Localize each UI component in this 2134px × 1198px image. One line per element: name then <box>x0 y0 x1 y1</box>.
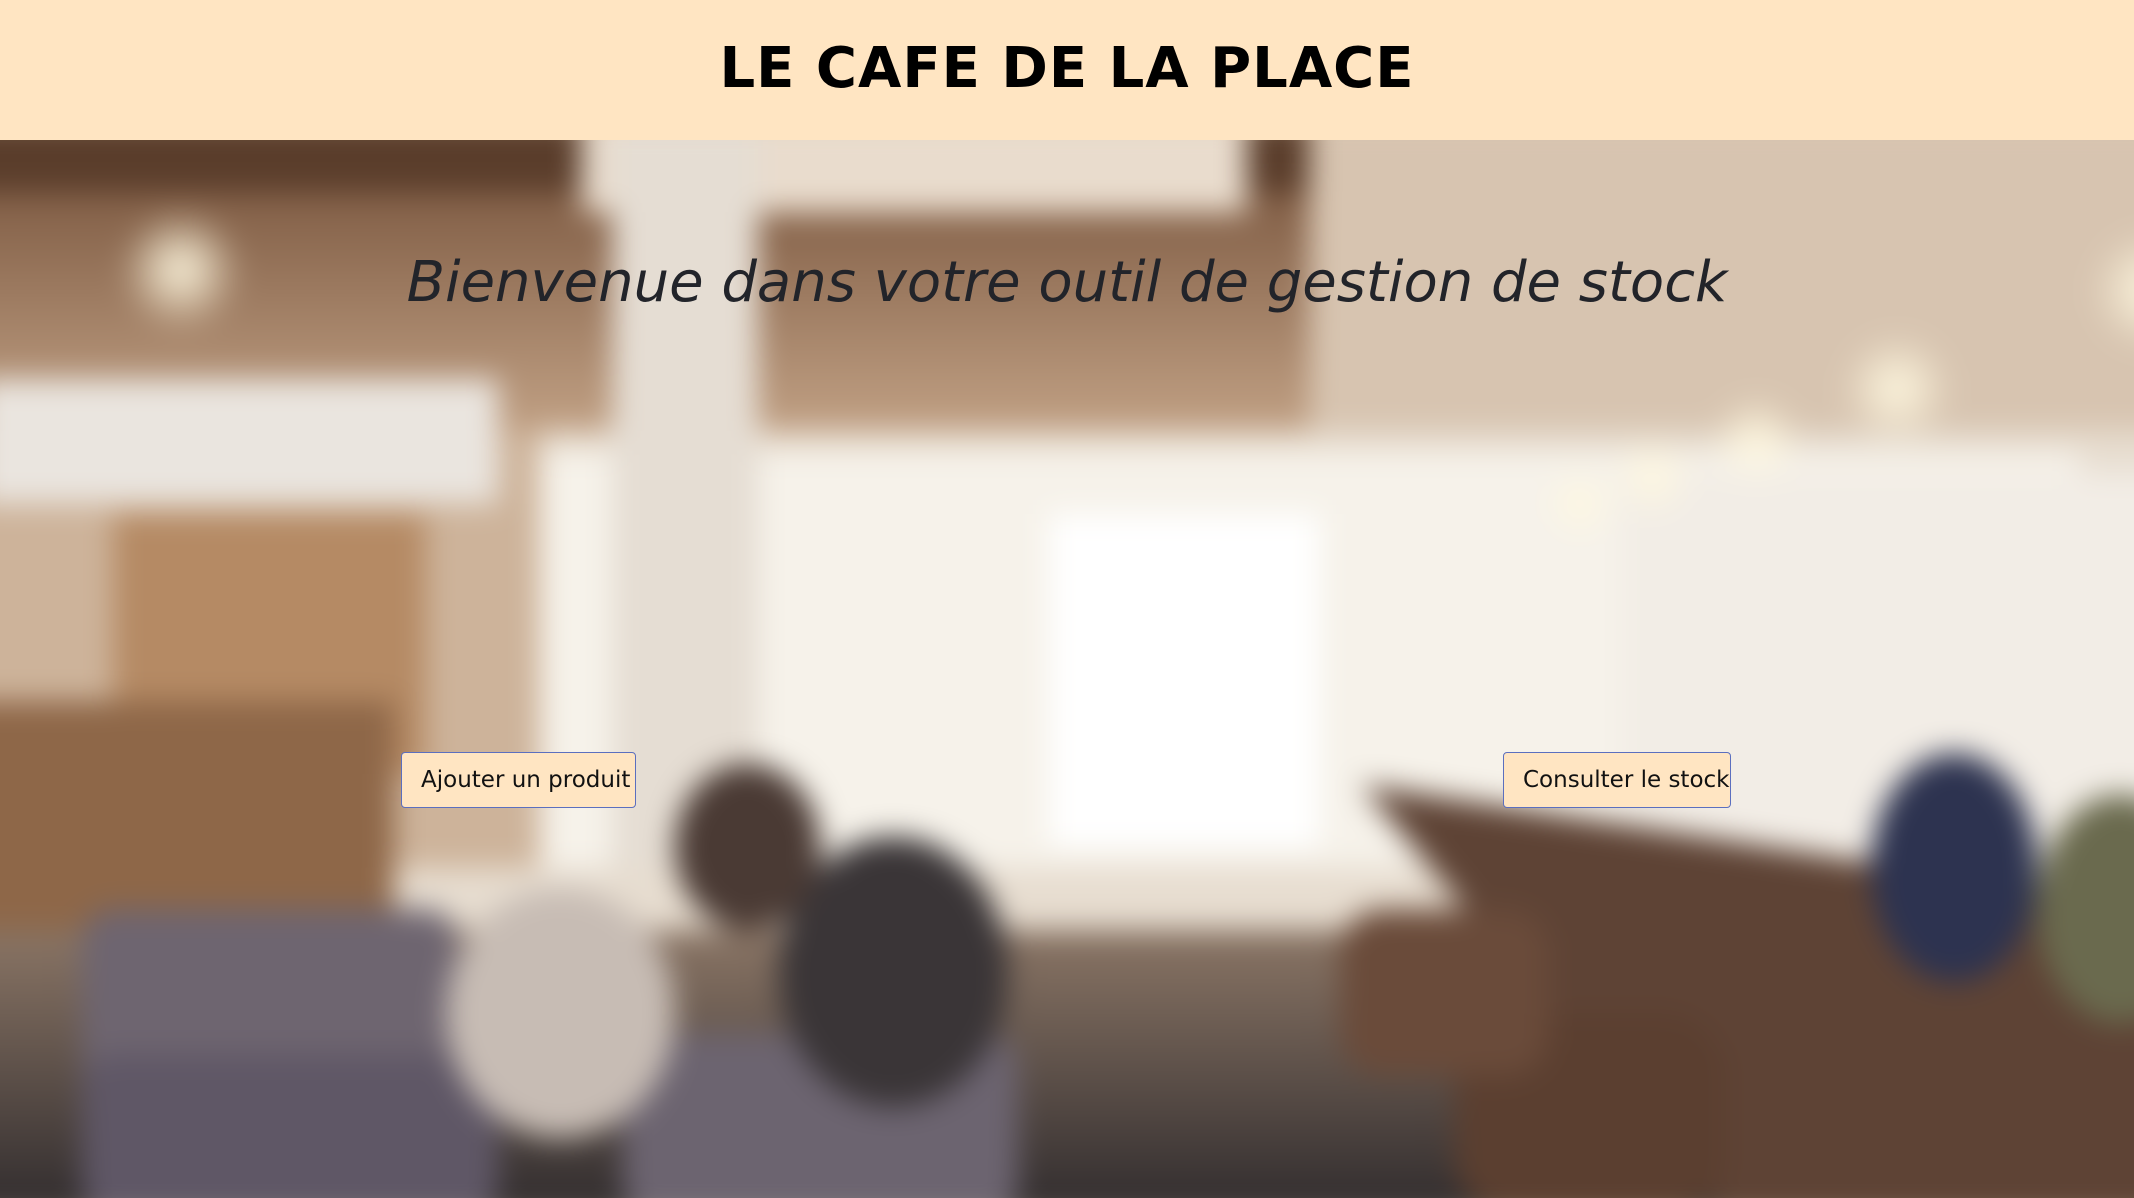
view-stock-button[interactable]: Consulter le stock <box>1503 752 1731 808</box>
hero-section: Bienvenue dans votre outil de gestion de… <box>0 140 2134 1198</box>
welcome-heading: Bienvenue dans votre outil de gestion de… <box>406 250 1728 315</box>
page-title: LE CAFE DE LA PLACE <box>719 35 1415 101</box>
add-product-button[interactable]: Ajouter un produit <box>401 752 636 808</box>
app-header: LE CAFE DE LA PLACE <box>0 0 2134 140</box>
